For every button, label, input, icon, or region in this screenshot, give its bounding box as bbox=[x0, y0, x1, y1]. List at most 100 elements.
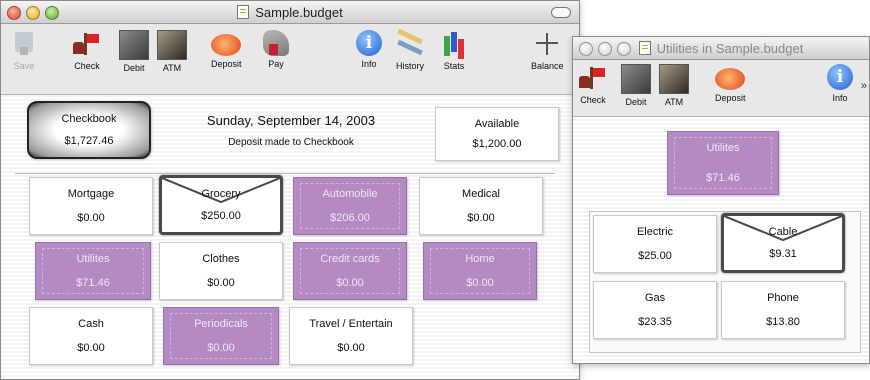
envelope-amount: $250.00 bbox=[201, 210, 241, 222]
envelope-card[interactable]: Cash $0.00 bbox=[29, 307, 153, 365]
check-button[interactable]: Check bbox=[579, 64, 607, 105]
balance-button[interactable]: Balance bbox=[531, 30, 564, 71]
envelope-card[interactable]: Mortgage $0.00 bbox=[29, 177, 153, 235]
debit-button[interactable]: Debit bbox=[621, 64, 651, 107]
history-icon bbox=[395, 30, 425, 58]
pay-label: Pay bbox=[268, 59, 284, 69]
envelope-name: Cash bbox=[78, 318, 104, 330]
toolbar-toggle-button[interactable] bbox=[551, 7, 571, 18]
envelope-name: Automobile bbox=[322, 188, 378, 200]
info-label: Info bbox=[361, 59, 377, 69]
main-budget-window: Sample.budget Save Check Debit ATM Depos… bbox=[0, 0, 580, 380]
envelope-amount: $25.00 bbox=[638, 250, 672, 262]
envelope-amount: $0.00 bbox=[207, 277, 235, 289]
envelope-card[interactable]: Phone $13.80 bbox=[721, 281, 845, 339]
close-button[interactable] bbox=[7, 6, 21, 20]
envelope-card[interactable]: Clothes $0.00 bbox=[159, 242, 283, 300]
save-label: Save bbox=[13, 61, 35, 71]
envelope-card-selected[interactable]: Grocery $250.00 bbox=[159, 175, 283, 235]
debit-label: Debit bbox=[123, 63, 145, 73]
atm-icon bbox=[659, 64, 689, 94]
envelope-name: Credit cards bbox=[320, 253, 380, 265]
minimize-button[interactable] bbox=[26, 6, 40, 20]
deposit-icon bbox=[715, 68, 746, 90]
status-message: Deposit made to Checkbook bbox=[228, 137, 354, 148]
history-label: History bbox=[395, 61, 424, 71]
envelope-card[interactable]: Automobile $206.00 bbox=[293, 177, 407, 235]
debit-button[interactable]: Debit bbox=[119, 30, 149, 73]
envelope-card[interactable]: Medical $0.00 bbox=[419, 177, 543, 235]
envelope-card[interactable]: Home $0.00 bbox=[423, 242, 537, 300]
stats-button[interactable]: Stats bbox=[441, 30, 467, 71]
checkbook-card[interactable]: Checkbook $1,727.46 bbox=[27, 101, 151, 159]
info-button[interactable]: i Info bbox=[827, 64, 853, 103]
envelope-name: Electric bbox=[636, 226, 674, 238]
zoom-button[interactable] bbox=[617, 42, 631, 56]
envelope-name: Gas bbox=[644, 292, 666, 304]
minimize-button[interactable] bbox=[598, 42, 612, 56]
toolbar-overflow-icon[interactable]: » bbox=[861, 80, 867, 92]
deposit-button[interactable]: Deposit bbox=[715, 64, 746, 103]
envelope-card[interactable]: Utilites $71.46 bbox=[35, 242, 151, 300]
window-title: Sample.budget bbox=[255, 4, 343, 20]
zoom-button[interactable] bbox=[45, 6, 59, 20]
envelope-card[interactable]: Gas $23.35 bbox=[593, 281, 717, 339]
atm-button[interactable]: ATM bbox=[157, 30, 187, 73]
stats-label: Stats bbox=[443, 61, 465, 71]
balance-label: Balance bbox=[531, 61, 564, 71]
document-icon bbox=[237, 5, 250, 19]
envelope-amount: $0.00 bbox=[337, 342, 365, 354]
check-icon bbox=[579, 64, 607, 92]
parent-envelope-card[interactable]: Utilites $71.46 bbox=[667, 131, 779, 195]
balance-icon bbox=[534, 30, 560, 58]
utilities-window: Utilities in Sample.budget Check Debit A… bbox=[572, 36, 870, 364]
envelope-amount: $0.00 bbox=[77, 342, 105, 354]
checkbook-name: Checkbook bbox=[61, 113, 117, 125]
atm-label: ATM bbox=[664, 97, 684, 107]
utilities-titlebar[interactable]: Utilities in Sample.budget bbox=[573, 37, 869, 60]
envelope-name: Utilites bbox=[706, 142, 740, 154]
atm-label: ATM bbox=[162, 63, 182, 73]
main-titlebar[interactable]: Sample.budget bbox=[1, 1, 579, 24]
envelope-card[interactable]: Credit cards $0.00 bbox=[293, 242, 407, 300]
pay-icon bbox=[263, 30, 289, 56]
save-icon bbox=[11, 30, 37, 58]
envelope-card-selected[interactable]: Cable $9.31 bbox=[721, 213, 845, 273]
envelope-name: Travel / Entertain bbox=[309, 318, 393, 330]
info-label: Info bbox=[832, 93, 848, 103]
envelope-amount: $9.31 bbox=[769, 248, 797, 260]
divider bbox=[15, 173, 555, 174]
main-content: Checkbook $1,727.46 Sunday, September 14… bbox=[1, 95, 579, 379]
debit-icon bbox=[621, 64, 651, 94]
envelope-amount: $23.35 bbox=[638, 316, 672, 328]
debit-icon bbox=[119, 30, 149, 60]
available-card[interactable]: Available $1,200.00 bbox=[435, 107, 559, 161]
current-date: Sunday, September 14, 2003 bbox=[206, 113, 376, 128]
check-label: Check bbox=[74, 61, 100, 71]
deposit-button[interactable]: Deposit bbox=[211, 30, 242, 69]
pay-button[interactable]: Pay bbox=[263, 30, 289, 69]
envelope-amount: $0.00 bbox=[467, 212, 495, 224]
envelope-amount: $0.00 bbox=[466, 277, 494, 289]
available-amount: $1,200.00 bbox=[472, 138, 522, 150]
envelope-card[interactable]: Electric $25.00 bbox=[593, 215, 717, 273]
save-button[interactable]: Save bbox=[11, 30, 37, 71]
envelope-name: Mortgage bbox=[67, 188, 115, 200]
envelope-name: Home bbox=[465, 253, 495, 265]
envelope-card[interactable]: Periodicals $0.00 bbox=[163, 307, 279, 365]
atm-icon bbox=[157, 30, 187, 60]
checkbook-amount: $1,727.46 bbox=[64, 135, 114, 147]
close-button[interactable] bbox=[579, 42, 593, 56]
check-button[interactable]: Check bbox=[73, 30, 101, 71]
info-button[interactable]: i Info bbox=[356, 30, 382, 69]
atm-button[interactable]: ATM bbox=[659, 64, 689, 107]
envelope-amount: $71.46 bbox=[76, 277, 110, 289]
envelope-card[interactable]: Travel / Entertain $0.00 bbox=[289, 307, 413, 365]
info-icon: i bbox=[356, 30, 382, 56]
envelope-amount: $206.00 bbox=[330, 212, 370, 224]
utilities-toolbar: Check Debit ATM Deposit i Info » bbox=[573, 60, 869, 117]
envelope-amount: $0.00 bbox=[336, 277, 364, 289]
envelope-name: Grocery bbox=[201, 188, 241, 200]
history-button[interactable]: History bbox=[395, 30, 425, 71]
envelope-name: Periodicals bbox=[194, 318, 248, 330]
